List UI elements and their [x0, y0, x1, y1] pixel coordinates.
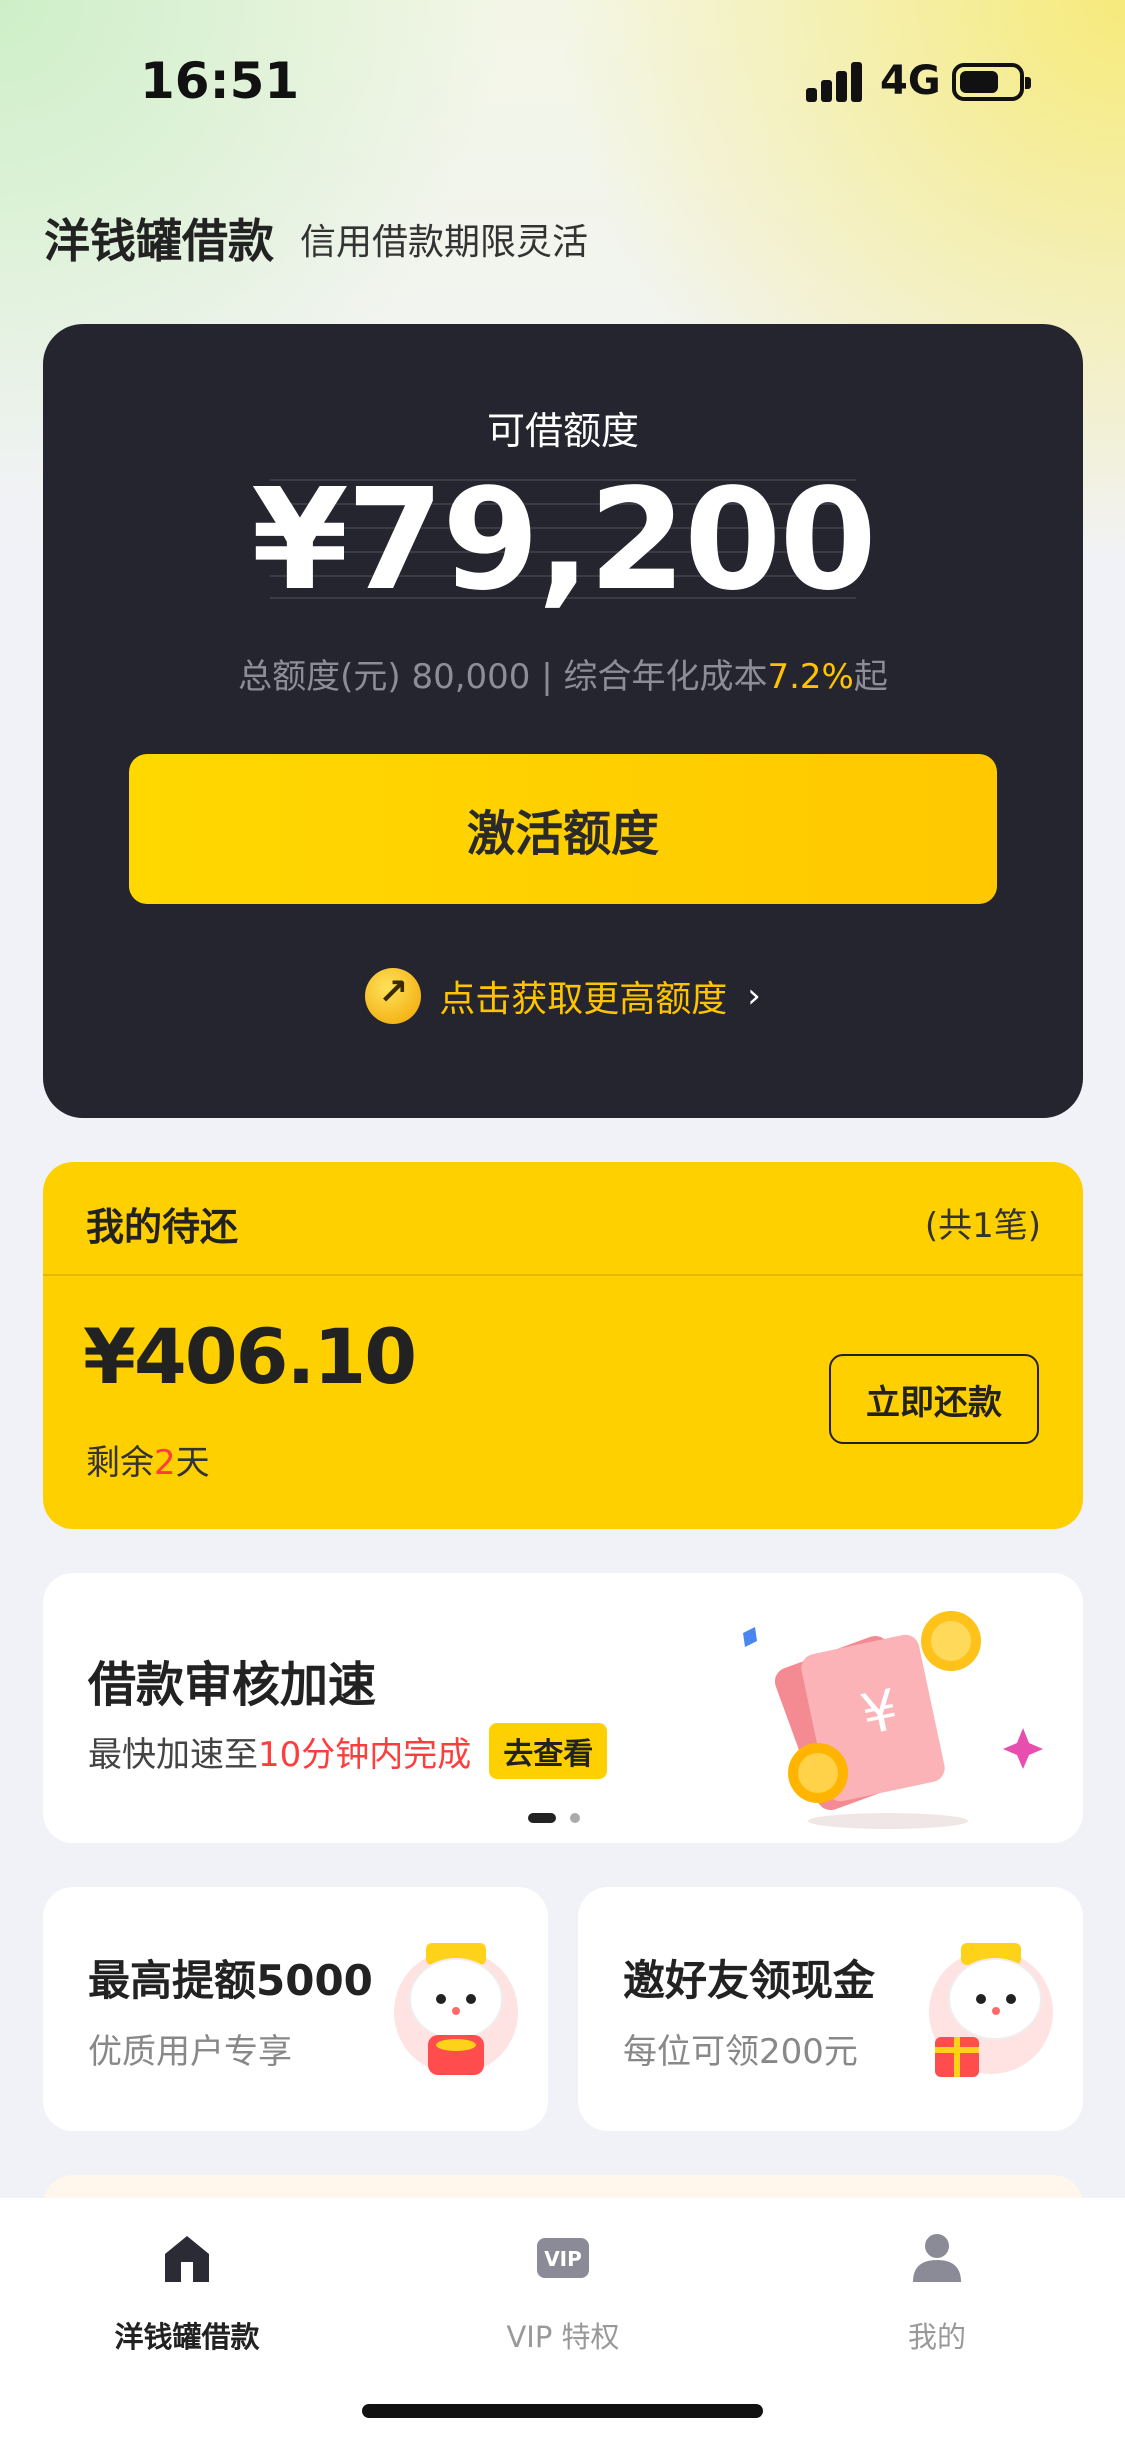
repayment-days-left: 剩余2天 — [86, 1435, 210, 1484]
banner-sub-prefix: 最快加速至 — [88, 1734, 258, 1775]
user-icon — [913, 2234, 961, 2282]
tab-label: VIP 特权 — [506, 2320, 620, 2354]
tab-me[interactable]: 我的 — [817, 2228, 1057, 2356]
carousel-indicator — [528, 1813, 580, 1823]
vip-icon-text: VIP — [544, 2247, 582, 2271]
promo-subtitle: 每位可领200元 — [623, 2032, 858, 2072]
repayment-count: (共1笔) — [924, 1206, 1041, 1246]
status-bar: 16:51 4G — [0, 0, 1125, 165]
limit-subtext: 总额度(元) 80,000 | 综合年化成本7.2%起 — [43, 649, 1083, 698]
days-suffix: 天 — [175, 1443, 210, 1483]
carousel-dot-active — [528, 1813, 556, 1823]
upgrade-text: 点击获取更高额度 — [439, 979, 728, 1020]
limit-rate: 7.2% — [767, 657, 854, 697]
pending-repayment-card[interactable]: 我的待还 (共1笔) ¥406.10 剩余2天 立即还款 — [43, 1162, 1083, 1529]
signal-icon — [806, 62, 864, 102]
days-prefix: 剩余 — [86, 1443, 154, 1483]
money-illustration-icon: ¥ — [743, 1611, 1043, 1829]
status-time: 16:51 — [140, 52, 300, 110]
repayment-title: 我的待还 — [86, 1205, 239, 1249]
get-higher-limit-link[interactable]: 点击获取更高额度 › — [43, 968, 1083, 1024]
repayment-amount: ¥406.10 — [83, 1312, 417, 1401]
carousel-dot — [570, 1813, 580, 1823]
view-button[interactable]: 去查看 — [489, 1723, 608, 1779]
mascot-gift-icon — [929, 1943, 1053, 2077]
vip-icon: VIP — [537, 2238, 589, 2278]
home-indicator[interactable] — [362, 2404, 763, 2418]
repay-now-button[interactable]: 立即还款 — [829, 1354, 1039, 1444]
limit-amount: ¥79,200 — [251, 459, 877, 622]
home-icon — [165, 2236, 209, 2282]
chevron-right-icon: › — [747, 976, 761, 1016]
banner-sub-highlight: 10分钟内完成 — [258, 1734, 472, 1775]
banner-subtitle: 最快加速至 10分钟内完成 去查看 — [88, 1723, 608, 1779]
limit-total-text: 总额度(元) 80,000 | 综合年化成本 — [238, 657, 768, 697]
page-slogan: 信用借款期限灵活 — [300, 222, 589, 263]
tab-home[interactable]: 洋钱罐借款 — [67, 2228, 307, 2356]
divider — [43, 1274, 1083, 1276]
promo-title: 邀好友领现金 — [623, 1956, 876, 2005]
bottom-tab-bar: 洋钱罐借款 VIP VIP 特权 我的 — [0, 2198, 1125, 2439]
battery-icon — [952, 63, 1031, 101]
promo-title: 最高提额5000 — [88, 1956, 373, 2005]
mascot-red-envelope-icon — [394, 1943, 518, 2075]
activate-limit-button[interactable]: 激活额度 — [129, 754, 997, 904]
credit-limit-card: 可借额度 ¥79,200 总额度(元) 80,000 | 综合年化成本7.2%起… — [43, 324, 1083, 1118]
network-label: 4G — [880, 58, 941, 104]
tab-label: 洋钱罐借款 — [114, 2320, 260, 2354]
page-title: 洋钱罐借款 — [44, 214, 274, 268]
banner-title: 借款审核加速 — [88, 1657, 377, 1713]
limit-rate-suffix: 起 — [853, 657, 888, 697]
raise-limit-card[interactable]: 最高提额5000 优质用户专享 — [43, 1887, 548, 2131]
limit-label: 可借额度 — [486, 409, 639, 453]
tab-vip[interactable]: VIP VIP 特权 — [443, 2228, 683, 2356]
speed-up-banner[interactable]: 借款审核加速 最快加速至 10分钟内完成 去查看 ¥ — [43, 1573, 1083, 1843]
coin-arrow-icon — [365, 968, 422, 1024]
promo-subtitle: 优质用户专享 — [88, 2032, 292, 2072]
days-value: 2 — [154, 1443, 176, 1483]
tab-label: 我的 — [907, 2320, 966, 2354]
invite-friend-card[interactable]: 邀好友领现金 每位可领200元 — [578, 1887, 1083, 2131]
